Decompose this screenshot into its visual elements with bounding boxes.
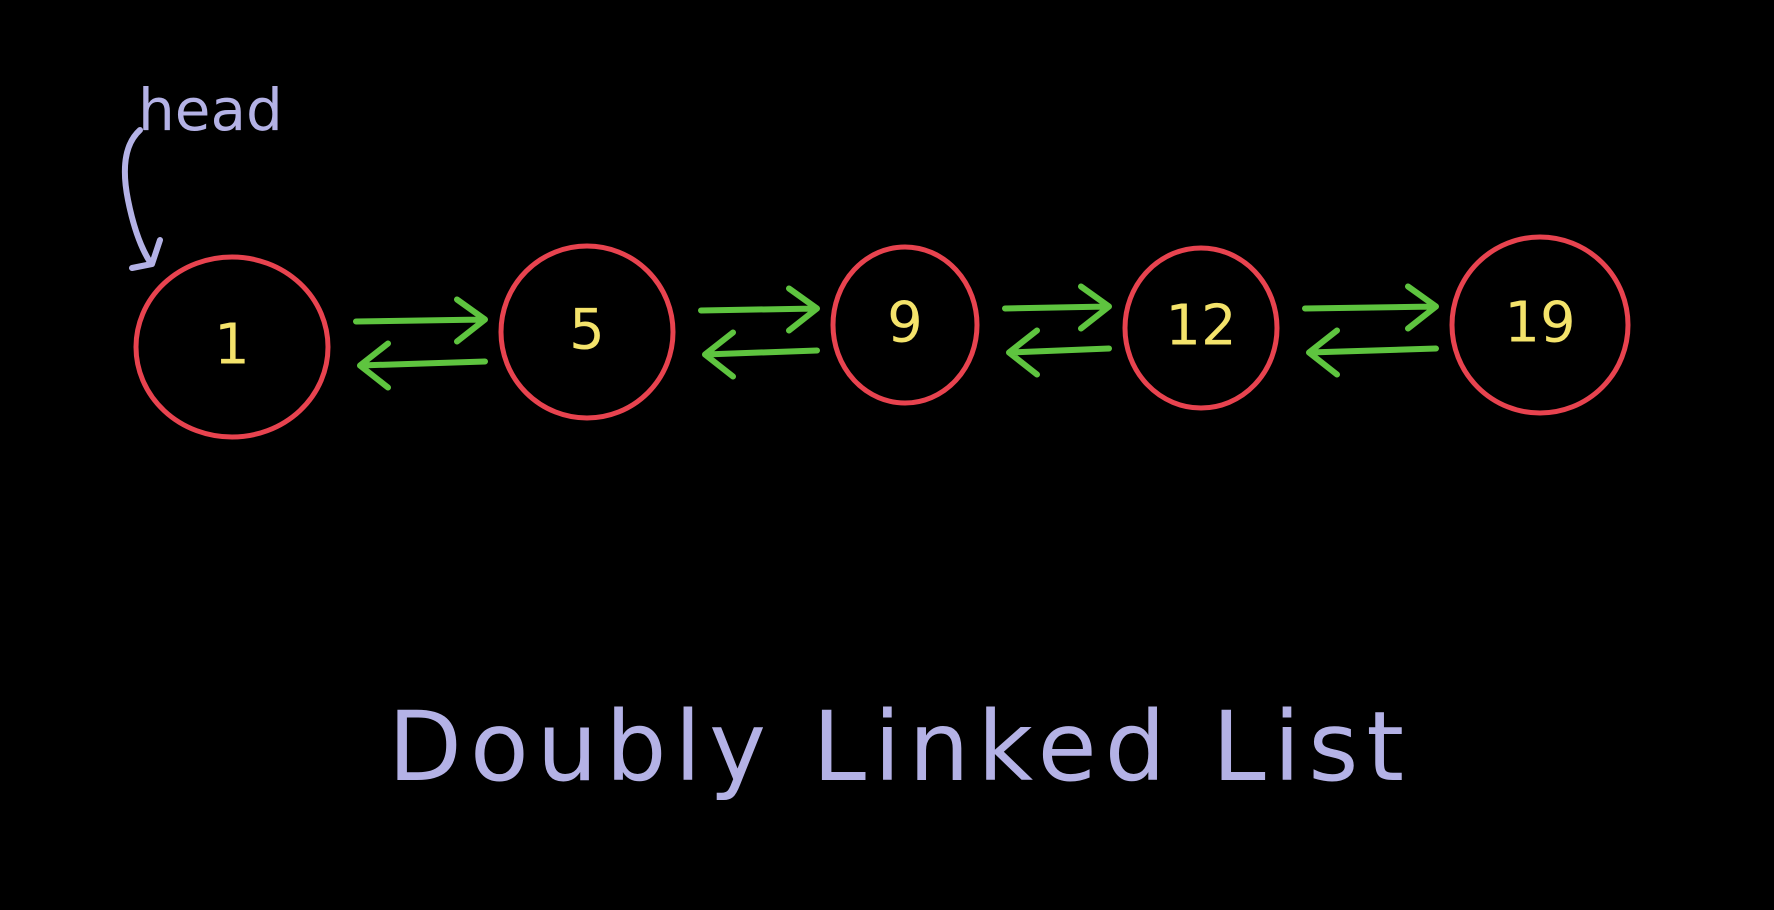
node-value: 19 <box>1504 291 1575 356</box>
next-pointer-arrow-icon <box>353 296 488 345</box>
list-node: 9 <box>830 244 980 406</box>
list-node: 5 <box>498 243 676 421</box>
prev-pointer-arrow-icon <box>357 340 488 391</box>
head-pointer-arrow-icon <box>121 127 163 271</box>
list-node: 12 <box>1122 245 1280 411</box>
prev-pointer-arrow-icon <box>1006 327 1112 378</box>
next-pointer-arrow-icon <box>698 285 820 334</box>
node-value: 9 <box>887 291 923 356</box>
list-node: 1 <box>133 254 331 440</box>
doubly-linked-list-diagram: head 1 5 9 12 19 Doubly Linked List <box>121 76 1631 803</box>
prev-pointer-arrow-icon <box>702 329 820 380</box>
node-value: 5 <box>569 298 605 363</box>
whiteboard-canvas: head 1 5 9 12 19 Doubly Linked List <box>0 0 1774 910</box>
node-list: 1 5 9 12 19 <box>133 234 1631 440</box>
prev-pointer-arrow-icon <box>1306 327 1439 378</box>
diagram-title: Doubly Linked List <box>388 691 1412 803</box>
next-pointer-arrow-icon <box>1302 283 1439 332</box>
list-node: 19 <box>1449 234 1631 416</box>
head-label: head <box>138 76 283 144</box>
node-value: 1 <box>214 313 250 378</box>
node-value: 12 <box>1165 294 1236 359</box>
next-pointer-arrow-icon <box>1002 283 1112 332</box>
